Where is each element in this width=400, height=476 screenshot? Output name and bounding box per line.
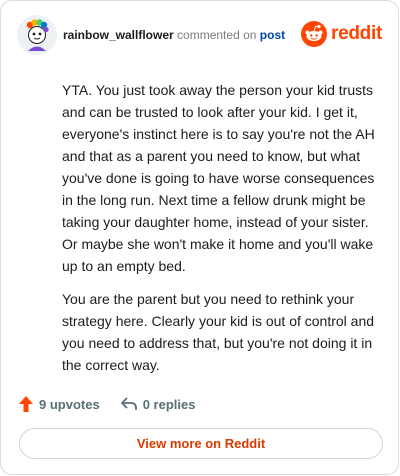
comment-actions: 9 upvotes 0 replies: [18, 393, 195, 415]
avatar[interactable]: [17, 15, 57, 55]
reply-count: 0 replies: [142, 396, 196, 412]
username[interactable]: rainbow_wallflower: [63, 28, 174, 42]
comment-meta: rainbow_wallflower commented on post: [63, 27, 285, 43]
comment-header: rainbow_wallflower commented on post red…: [17, 15, 382, 55]
upvote-arrow-icon: [19, 396, 33, 412]
upvote-count: 9 upvotes: [39, 396, 100, 412]
comment-card: rainbow_wallflower commented on post red…: [0, 0, 399, 475]
upvote-button[interactable]: 9 upvotes: [18, 395, 100, 413]
reply-arrow-icon: [120, 397, 137, 410]
view-more-button[interactable]: View more on Reddit: [19, 428, 383, 459]
comment-body: YTA. You just took away the person your …: [62, 79, 382, 387]
comment-paragraph: You are the parent but you need to rethi…: [62, 291, 375, 373]
commented-on-text: commented on: [177, 28, 257, 42]
reddit-wordmark: reddit: [331, 23, 382, 44]
reply-button[interactable]: 0 replies: [120, 396, 196, 412]
post-link[interactable]: post: [260, 28, 285, 42]
reddit-logo[interactable]: reddit: [301, 20, 382, 48]
comment-paragraph: YTA. You just took away the person your …: [62, 82, 375, 274]
avatar-icon: [17, 15, 57, 55]
reddit-logo-icon: [301, 21, 328, 47]
